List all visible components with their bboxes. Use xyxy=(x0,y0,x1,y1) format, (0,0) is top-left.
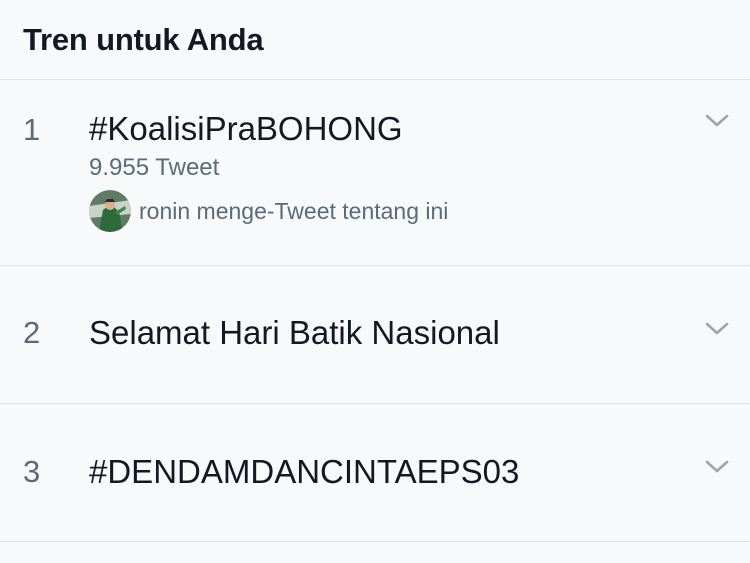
trend-name[interactable]: Selamat Hari Batik Nasional xyxy=(89,314,500,352)
trend-rank: 2 xyxy=(23,315,41,350)
trends-header: Tren untuk Anda xyxy=(0,0,750,80)
trend-item[interactable]: 2 Selamat Hari Batik Nasional xyxy=(0,266,750,404)
trends-page: Tren untuk Anda 1 #KoalisiPraBOHONG 9.95… xyxy=(0,0,750,563)
trend-item[interactable]: 1 #KoalisiPraBOHONG 9.955 Tweet ronin me… xyxy=(0,80,750,266)
trend-context-text: ronin menge-Tweet tentang ini xyxy=(139,197,449,224)
trend-item[interactable]: 3 #DENDAMDANCINTAEPS03 xyxy=(0,404,750,542)
chevron-down-icon[interactable] xyxy=(705,114,729,128)
trend-rank: 1 xyxy=(23,112,41,147)
trend-rank: 3 xyxy=(23,454,41,489)
trend-context: ronin menge-Tweet tentang ini xyxy=(89,190,448,232)
trend-name[interactable]: #KoalisiPraBOHONG xyxy=(89,110,403,148)
chevron-down-icon[interactable] xyxy=(705,460,729,474)
trend-name[interactable]: #DENDAMDANCINTAEPS03 xyxy=(89,453,519,491)
user-avatar[interactable] xyxy=(89,190,131,232)
trend-tweet-count: 9.955 Tweet xyxy=(89,154,220,181)
page-title: Tren untuk Anda xyxy=(23,21,264,57)
chevron-down-icon[interactable] xyxy=(705,322,729,336)
